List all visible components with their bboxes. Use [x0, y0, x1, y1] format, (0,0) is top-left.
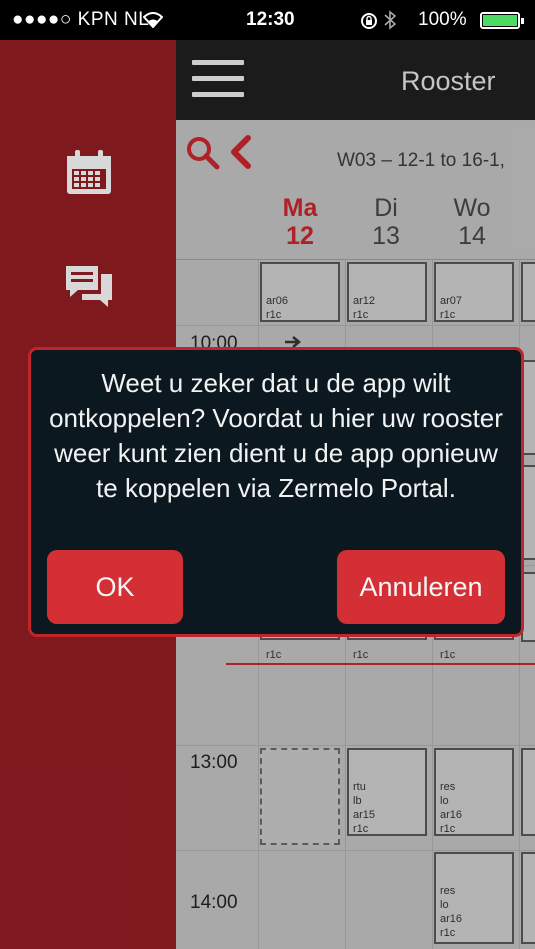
- status-bar: ●●●●○ KPN NL 12:30 100%: [0, 0, 535, 40]
- confirm-dialog: Weet u zeker dat u de app wilt ontkoppel…: [28, 347, 524, 637]
- ok-button[interactable]: OK: [47, 550, 183, 624]
- rotation-lock-icon: [361, 13, 377, 29]
- status-time: 12:30: [246, 9, 295, 30]
- dialog-message: Weet u zeker dat u de app wilt ontkoppel…: [49, 368, 503, 503]
- cancel-button[interactable]: Annuleren: [337, 550, 505, 624]
- battery-icon: [480, 12, 524, 29]
- bluetooth-icon: [384, 10, 396, 30]
- wifi-icon: [143, 12, 163, 28]
- carrier-name: ●●●●○ KPN NL: [12, 9, 150, 30]
- app-screen: ●●●●○ KPN NL 12:30 100% Rooster W03 – 12…: [0, 0, 535, 949]
- battery-percent: 100%: [418, 9, 467, 30]
